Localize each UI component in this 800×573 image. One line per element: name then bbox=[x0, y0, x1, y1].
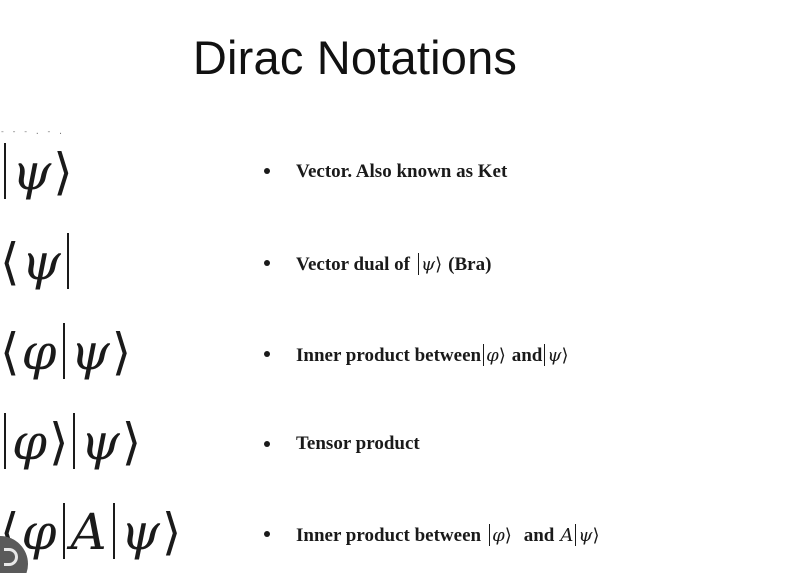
vertical-bar bbox=[112, 503, 115, 559]
vertical-bar bbox=[62, 503, 65, 559]
bullet-4 bbox=[264, 441, 270, 447]
psi-symbol: ψ bbox=[120, 503, 160, 561]
bullet-2 bbox=[264, 260, 270, 266]
inline-ket-phi: φ⟩ bbox=[487, 524, 512, 546]
psi-symbol: ψ bbox=[70, 323, 110, 381]
vertical-bar bbox=[66, 233, 69, 289]
psi-symbol: ψ bbox=[21, 233, 61, 291]
slide-title: Dirac Notations bbox=[192, 31, 518, 84]
right-angle-bracket: ⟩ bbox=[161, 503, 182, 561]
tensor-product-notation: φ⟩ ψ⟩ bbox=[0, 413, 141, 469]
inline-ket-psi: ψ⟩ bbox=[416, 253, 442, 275]
phi-symbol: φ bbox=[12, 413, 48, 471]
phi-symbol: φ bbox=[21, 503, 57, 561]
right-angle-bracket: ⟩ bbox=[53, 143, 73, 201]
matrix-element-description: Inner product between φ⟩ and Aψ⟩ bbox=[296, 524, 600, 546]
left-angle-bracket: ⟨ bbox=[0, 323, 20, 381]
bullet-5 bbox=[264, 531, 270, 537]
right-angle-bracket: ⟩ bbox=[121, 413, 142, 471]
inner-product-middle: and bbox=[511, 345, 543, 366]
operator-a-symbol: A bbox=[70, 503, 107, 561]
left-angle-bracket: ⟨ bbox=[0, 233, 20, 291]
inline-ket-psi: ψ⟩ bbox=[542, 344, 569, 366]
inner-product-description: Inner product between φ⟩ and ψ⟩ bbox=[296, 344, 569, 366]
matrix-element-prefix: Inner product between bbox=[296, 525, 482, 546]
matrix-element-notation: ⟨φ Aψ⟩ bbox=[0, 503, 181, 559]
right-angle-bracket: ⟩ bbox=[111, 323, 132, 381]
vertical-bar bbox=[4, 143, 6, 199]
psi-symbol: ψ bbox=[80, 413, 120, 471]
vertical-bar bbox=[4, 413, 6, 469]
bullet-1 bbox=[264, 168, 270, 174]
right-angle-bracket: ⟩ bbox=[49, 413, 69, 471]
matrix-element-middle: and bbox=[523, 525, 555, 546]
inline-operator-ket: Aψ⟩ bbox=[560, 524, 600, 546]
tensor-product-description: Tensor product bbox=[296, 433, 420, 454]
slide: Dirac Notations - - - . - . - - ψ⟩ Vecto… bbox=[0, 0, 800, 573]
inner-product-notation: ⟨φ ψ⟩ bbox=[0, 323, 131, 379]
psi-symbol: ψ bbox=[12, 143, 52, 201]
bra-notation: ⟨ψ bbox=[0, 233, 73, 289]
crop-artifact: - - - . - . - - bbox=[0, 129, 70, 135]
vertical-bar bbox=[72, 413, 75, 469]
phi-symbol: φ bbox=[21, 323, 57, 381]
vertical-bar bbox=[62, 323, 65, 379]
inner-product-prefix: Inner product between bbox=[296, 345, 482, 366]
bra-description-prefix: Vector dual of bbox=[296, 254, 410, 275]
bra-description: Vector dual of ψ⟩ (Bra) bbox=[296, 253, 491, 275]
bra-description-suffix: (Bra) bbox=[448, 254, 492, 275]
ket-description: Vector. Also known as Ket bbox=[296, 161, 508, 182]
ket-notation: ψ⟩ bbox=[0, 143, 73, 199]
bullet-3 bbox=[264, 351, 270, 357]
inline-ket-phi: φ⟩ bbox=[481, 344, 506, 366]
